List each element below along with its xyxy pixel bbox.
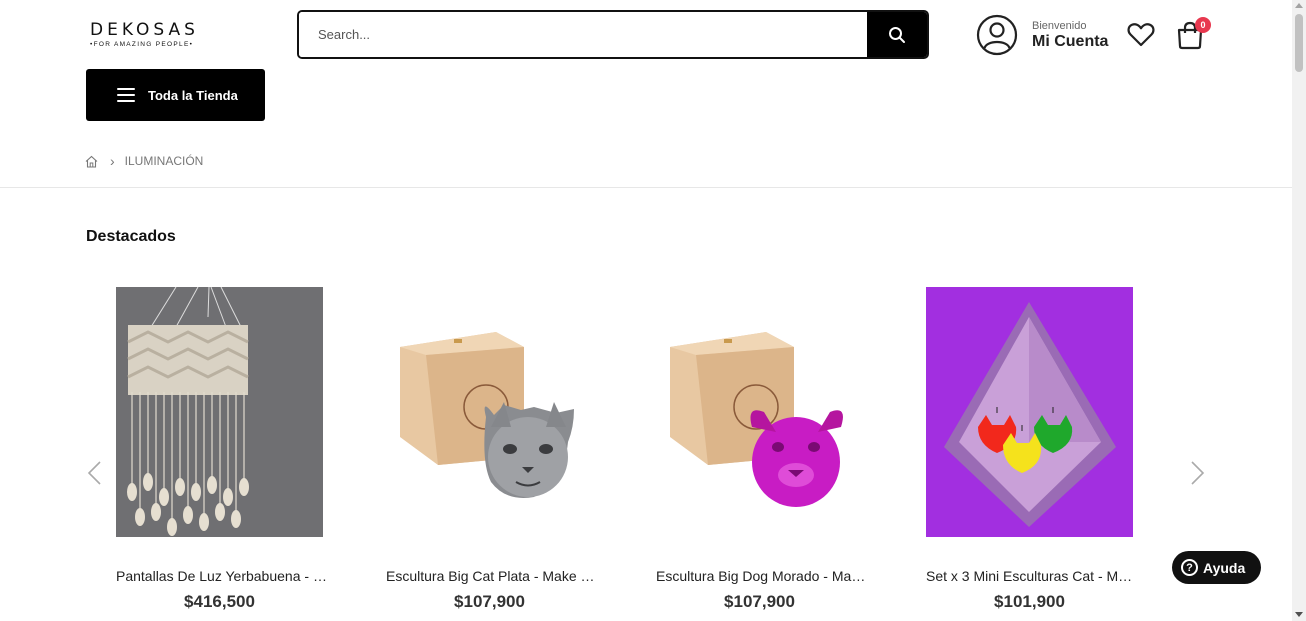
chevron-right-icon[interactable]: [1190, 460, 1206, 486]
search-input[interactable]: [299, 12, 867, 57]
breadcrumb: › ILUMINACIÓN: [85, 153, 203, 169]
product-name[interactable]: Escultura Big Cat Plata - Make Burn: [386, 568, 598, 584]
page-scrollbar[interactable]: [1292, 0, 1306, 621]
product-card[interactable]: Pantallas De Luz Yerbabuena - Macramé $4…: [116, 287, 328, 612]
all-store-button[interactable]: Toda la Tienda: [86, 69, 265, 121]
breadcrumb-separator: ›: [110, 153, 115, 169]
scroll-up-icon[interactable]: [1295, 3, 1303, 8]
product-image[interactable]: [386, 287, 593, 537]
product-card[interactable]: Escultura Big Dog Morado - Make Burn $10…: [656, 287, 868, 612]
help-label: Ayuda: [1203, 559, 1246, 576]
product-image[interactable]: [926, 287, 1133, 537]
section-title: Destacados: [86, 228, 176, 245]
product-name[interactable]: Pantallas De Luz Yerbabuena - Macramé: [116, 568, 328, 584]
product-card[interactable]: Set x 3 Mini Esculturas Cat - Make Burn …: [926, 287, 1138, 612]
search-bar: [297, 10, 929, 59]
search-button[interactable]: [867, 12, 927, 57]
user-icon: [976, 14, 1018, 56]
scrollbar-thumb[interactable]: [1295, 14, 1303, 72]
account-link[interactable]: Bienvenido Mi Cuenta: [976, 14, 1108, 56]
menu-icon: [117, 84, 135, 106]
product-price: $101,900: [994, 592, 1065, 611]
all-store-label: Toda la Tienda: [148, 87, 238, 103]
home-icon[interactable]: [85, 155, 98, 168]
product-image[interactable]: [116, 287, 323, 537]
product-price: $107,900: [454, 592, 525, 611]
product-name[interactable]: Escultura Big Dog Morado - Make Burn: [656, 568, 868, 584]
product-card[interactable]: Escultura Big Cat Plata - Make Burn $107…: [386, 287, 598, 612]
brand-name: DEKOSAS: [90, 20, 199, 40]
product-price: $416,500: [184, 592, 255, 611]
question-icon: ?: [1181, 559, 1198, 576]
scroll-down-icon[interactable]: [1295, 612, 1303, 617]
search-icon: [889, 26, 905, 43]
heart-icon[interactable]: [1127, 22, 1155, 48]
chevron-left-icon[interactable]: [86, 460, 102, 486]
brand-tagline: •FOR AMAZING PEOPLE•: [90, 41, 194, 48]
cart-count-badge: 0: [1195, 17, 1211, 33]
account-label: Mi Cuenta: [1032, 32, 1109, 50]
brand-logo[interactable]: DEKOSAS •FOR AMAZING PEOPLE•: [90, 20, 210, 48]
product-name[interactable]: Set x 3 Mini Esculturas Cat - Make Burn: [926, 568, 1138, 584]
breadcrumb-current[interactable]: ILUMINACIÓN: [125, 154, 204, 168]
help-chat-button[interactable]: ? Ayuda: [1172, 551, 1261, 584]
header-divider: [0, 187, 1292, 188]
account-greeting: Bienvenido: [1032, 19, 1087, 32]
product-price: $107,900: [724, 592, 795, 611]
product-image[interactable]: [656, 287, 863, 537]
